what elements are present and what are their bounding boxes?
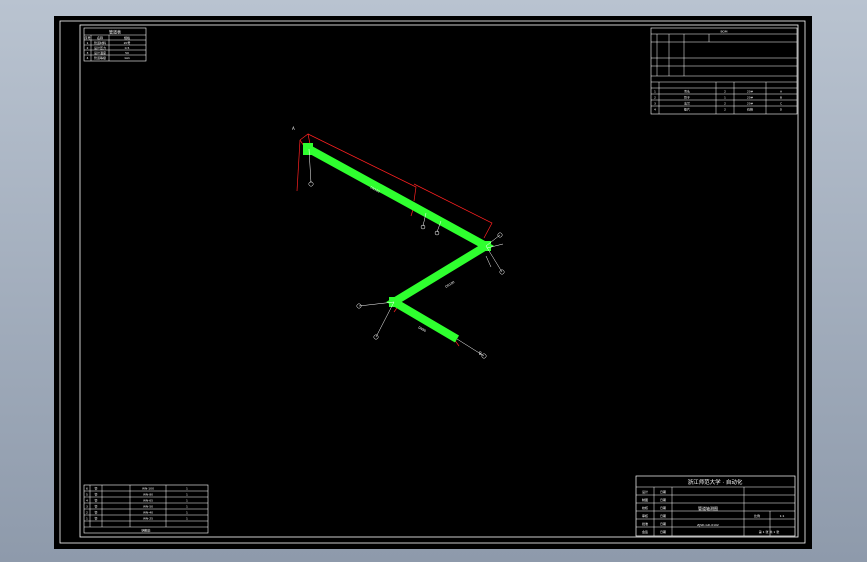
bom-cell: 垫片 — [684, 107, 690, 112]
left-table-cell: 2 — [87, 46, 89, 50]
bom-cell: 2 — [724, 108, 726, 112]
pipe-labels: A B DN100 DN100 DN80 — [292, 126, 482, 356]
title-row-date: 日期 — [660, 489, 666, 494]
detail-cell: 1 — [186, 517, 188, 521]
title-row-date: 日期 — [660, 521, 666, 526]
detail-cell: 3 — [86, 505, 88, 509]
drawing-canvas: 管道表 序号 名称 规格 1 管道材料 20号 2 设计压力 0.5 3 设计温… — [54, 16, 812, 549]
left-table: 管道表 序号 名称 规格 1 管道材料 20号 2 设计压力 0.5 3 设计温… — [83, 27, 147, 62]
detail-cell: WN-25 — [143, 517, 153, 521]
bom-cell: B — [780, 96, 782, 100]
bom-cell: 4 — [654, 108, 656, 112]
end-tag: B — [479, 351, 482, 356]
bom-cell: 20# — [747, 90, 754, 94]
left-table-cell: 3 — [87, 51, 89, 55]
scale-value: 1:1 — [780, 514, 785, 518]
sheet-number: 第 1 张 共 1 张 — [759, 529, 780, 534]
left-table-title: 管道表 — [109, 29, 121, 35]
detail-cell: 管 — [94, 516, 97, 521]
detail-cell: WN-65 — [143, 499, 153, 503]
detail-cell: 4 — [86, 499, 88, 503]
left-table-cell: 4 — [87, 56, 89, 60]
bom-cell: 3 — [654, 102, 656, 106]
detail-cell: 6 — [86, 487, 88, 491]
detail-table-footer: 明细表 — [141, 528, 150, 533]
detail-cell: 管 — [94, 492, 97, 497]
right-table: BOM 1 弯头 2 20# A 2 管子 1 20# B 3 法兰 2 20#… — [650, 27, 798, 115]
segment-2-label: DN100 — [444, 280, 455, 289]
pipe-polyline — [307, 145, 494, 343]
title-row-label: 批准 — [642, 521, 648, 526]
detail-cell: 管 — [94, 498, 97, 503]
title-row-label: 制图 — [642, 497, 648, 502]
dimension-lines — [296, 133, 493, 347]
left-table-cell: 管道等级 — [94, 55, 106, 60]
left-table-cell: 0.5 — [125, 46, 130, 50]
left-table-header-1: 名称 — [97, 35, 103, 40]
title-row-label: 审核 — [642, 513, 648, 518]
bom-cell: 石棉 — [747, 107, 753, 112]
detail-cell: WN-40 — [143, 511, 153, 515]
bom-cell: C — [780, 102, 782, 106]
school-name: 浙江师范大学 · 自动化 — [688, 478, 743, 486]
left-table-cell: 设计压力 — [94, 45, 106, 50]
detail-cell: WN-50 — [143, 505, 153, 509]
detail-cell: WN-100 — [142, 487, 154, 491]
start-tag: A — [292, 126, 295, 131]
detail-cell: 2 — [86, 511, 88, 515]
detail-cell: 1 — [86, 517, 88, 521]
title-row-label: 设计 — [642, 489, 648, 494]
title-row-date: 日期 — [660, 529, 666, 534]
detail-cell: 5 — [86, 493, 88, 497]
bom-cell: 1 — [654, 90, 656, 94]
detail-cell: 管 — [94, 510, 97, 515]
cad-drawing: 管道表 序号 名称 规格 1 管道材料 20号 2 设计压力 0.5 3 设计温… — [59, 20, 806, 544]
bom-cell: A — [780, 90, 783, 94]
detail-cell: 1 — [186, 505, 188, 509]
drawing-title: 管道轴测图 — [698, 505, 718, 511]
detail-cell: WN-80 — [143, 493, 153, 497]
title-row-date: 日期 — [660, 513, 666, 518]
bom-cell: 2 — [654, 96, 656, 100]
left-table-cell: 20号 — [124, 40, 131, 45]
detail-cell: 1 — [186, 499, 188, 503]
title-row-date: 日期 — [660, 505, 666, 510]
left-table-cell: 管道材料 — [94, 40, 106, 45]
bom-cell: 法兰 — [684, 101, 690, 106]
left-table-header-2: 规格 — [124, 35, 130, 40]
left-table-cell: 1 — [87, 41, 89, 45]
left-table-cell: 1A1 — [124, 56, 130, 60]
bom-cell: 弯头 — [684, 89, 690, 94]
left-table-header-0: 序号 — [84, 35, 90, 40]
bom-cell: 管子 — [684, 95, 690, 100]
scale-label: 比例 — [754, 513, 760, 518]
bottom-left-table: 6 管 WN-100 1 5 管 WN-80 1 4 管 WN-65 1 3 管… — [83, 484, 209, 534]
detail-cell: 1 — [186, 511, 188, 515]
left-table-cell: 50 — [125, 51, 129, 55]
title-row-label: 校核 — [642, 505, 648, 510]
title-row-label: 会签 — [642, 529, 648, 534]
right-table-title: BOM — [721, 30, 728, 34]
bom-cell: 20# — [747, 102, 754, 106]
drawing-number: ZJSD-GD-0102 — [697, 523, 719, 527]
bom-cell: 1 — [724, 96, 726, 100]
bom-cell: 2 — [724, 90, 726, 94]
detail-cell: 1 — [186, 487, 188, 491]
pipe-flange-start — [303, 143, 313, 155]
title-block: 浙江师范大学 · 自动化 管道轴测图 ZJSD-GD-0102 比例 1:1 第… — [635, 475, 796, 537]
detail-cell: 1 — [186, 493, 188, 497]
detail-cell: 管 — [94, 486, 97, 491]
inner-frame — [79, 24, 799, 538]
bom-cell: 2 — [724, 102, 726, 106]
bom-cell: 20# — [747, 96, 754, 100]
pipe-run — [303, 143, 494, 343]
title-row-date: 日期 — [660, 497, 666, 502]
detail-cell: 管 — [94, 504, 97, 509]
left-table-cell: 设计温度 — [94, 50, 106, 55]
segment-3-label: DN80 — [418, 325, 427, 333]
bom-cell: D — [780, 108, 783, 112]
